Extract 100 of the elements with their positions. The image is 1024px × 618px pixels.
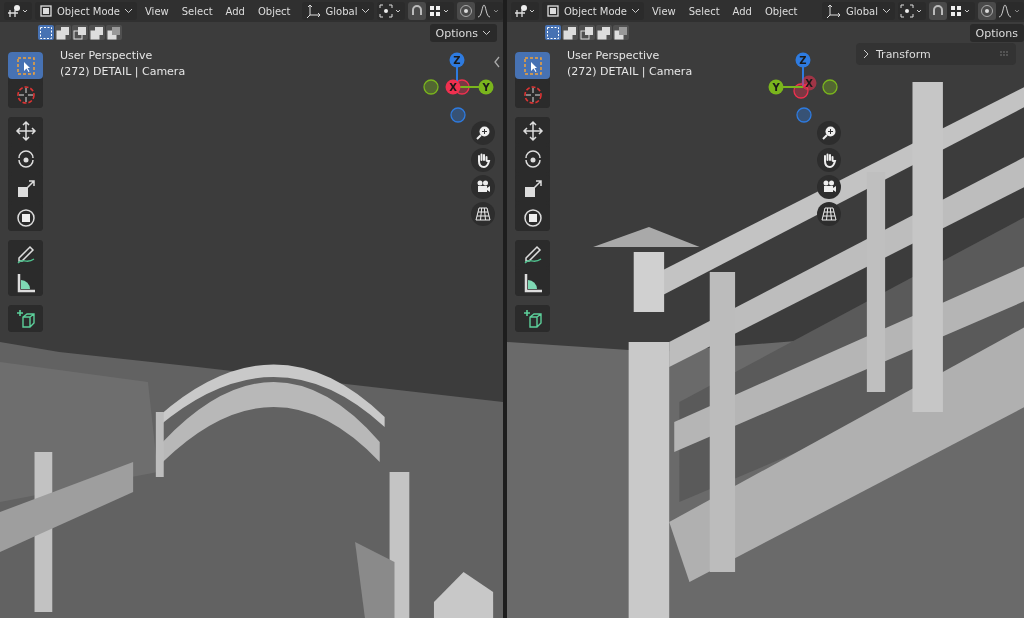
zoom-icon (475, 125, 491, 141)
hand-icon (821, 152, 837, 168)
tool-button[interactable] (8, 240, 43, 267)
selection-mode-button[interactable] (106, 25, 122, 40)
menu-item[interactable]: Select (683, 5, 725, 17)
selection-mode-button[interactable] (562, 25, 578, 40)
view-title: User Perspective (567, 49, 661, 63)
axes-icon (513, 4, 537, 18)
chevron-left-icon[interactable] (493, 56, 501, 68)
object-icon (546, 4, 560, 18)
orientation-dropdown[interactable]: Global (822, 2, 895, 20)
movie-camera-icon (475, 179, 491, 195)
pivot-button[interactable] (898, 2, 926, 20)
menu-item[interactable]: Add (727, 5, 757, 17)
object-icon (39, 4, 53, 18)
cursor-icon (521, 83, 544, 106)
move-arrows-icon (521, 119, 544, 142)
menu-item[interactable]: Select (176, 5, 218, 17)
falloff-curve-icon (998, 4, 1022, 18)
selection-mode-button[interactable] (89, 25, 105, 40)
grid-perspective-icon (821, 206, 837, 222)
selection-mode-icon (597, 25, 611, 40)
axes-icon (305, 4, 322, 18)
grid-perspective-icon (475, 206, 491, 222)
falloff-button[interactable] (996, 2, 1024, 20)
mode-dropdown[interactable]: Object Mode (35, 2, 137, 20)
axis-label: Z (799, 55, 807, 66)
transform-icon (521, 206, 544, 229)
selection-mode-button[interactable] (579, 25, 595, 40)
drag-handle-icon[interactable] (1000, 51, 1010, 57)
axis-label: Y (482, 82, 490, 93)
tool-button[interactable] (515, 305, 550, 332)
select-box-icon (521, 54, 544, 77)
selection-mode-icon (563, 25, 577, 40)
menu-item[interactable]: Object (252, 5, 296, 17)
tool-button[interactable] (8, 305, 43, 332)
selection-mode-button[interactable] (545, 25, 561, 40)
snap-toggle[interactable] (929, 2, 947, 20)
mode-dropdown[interactable]: Object Mode (542, 2, 644, 20)
editor-type-button[interactable] (511, 2, 539, 20)
falloff-button[interactable] (475, 2, 503, 20)
navigation-gizmo[interactable] (768, 52, 838, 123)
menu-item[interactable]: View (140, 5, 174, 17)
selection-mode-button[interactable] (596, 25, 612, 40)
tool-button[interactable] (8, 117, 43, 144)
add-cube-icon (14, 307, 37, 330)
chevron-icon (862, 49, 870, 59)
selection-mode-icon (56, 25, 70, 40)
axis-label: Z (453, 55, 461, 66)
tool-button[interactable] (8, 52, 43, 79)
transform-icon (14, 206, 37, 229)
chevron-down-icon (482, 30, 491, 36)
tool-button[interactable] (515, 240, 550, 267)
view-subtitle: (272) DETAIL | Camera (567, 65, 693, 79)
tool-button[interactable] (515, 117, 550, 144)
select-box-icon (14, 54, 37, 77)
menu-item[interactable]: View (647, 5, 681, 17)
axes-icon (826, 4, 843, 18)
snap-target-button[interactable] (426, 2, 455, 20)
editor-type-button[interactable] (4, 2, 32, 20)
selection-mode-button[interactable] (72, 25, 88, 40)
axis-label: X (449, 82, 457, 93)
axis-label: X (805, 78, 813, 89)
axis-label: Y (772, 82, 780, 93)
options-dropdown[interactable]: Options (429, 24, 497, 42)
selection-mode-icon (73, 25, 87, 40)
tool-button[interactable] (515, 52, 550, 79)
chevron-down-icon (631, 8, 640, 14)
hand-icon (475, 152, 491, 168)
selection-mode-icon (614, 25, 628, 40)
selection-mode-icon (39, 25, 53, 40)
view-title: User Perspective (60, 49, 154, 63)
pivot-icon (900, 4, 924, 18)
axes-icon (6, 4, 30, 18)
view-subtitle: (272) DETAIL | Camera (60, 65, 186, 79)
selection-mode-icon (90, 25, 104, 40)
options-dropdown[interactable]: Options (969, 24, 1024, 42)
navigation-gizmo[interactable] (423, 52, 494, 123)
movie-camera-icon (821, 179, 837, 195)
move-arrows-icon (14, 119, 37, 142)
snap-target-button[interactable] (947, 2, 975, 20)
chevron-down-icon (882, 8, 891, 14)
panel-header[interactable]: Transform (862, 47, 931, 61)
selection-mode-button[interactable] (613, 25, 629, 40)
selection-mode-icon (546, 25, 560, 40)
selection-mode-button[interactable] (55, 25, 71, 40)
chevron-down-icon (124, 8, 133, 14)
selection-mode-icon (107, 25, 121, 40)
add-cube-icon (521, 307, 544, 330)
orientation-dropdown[interactable]: Global (301, 2, 375, 20)
chevron-down-icon (361, 8, 371, 14)
menu-item[interactable]: Add (220, 5, 250, 17)
snap-toggle[interactable] (408, 2, 427, 20)
selection-mode-button[interactable] (38, 25, 54, 40)
magnet-icon (931, 4, 945, 18)
pivot-button[interactable] (377, 2, 406, 20)
selection-mode-icon (580, 25, 594, 40)
magnet-icon (410, 4, 425, 18)
cursor-icon (14, 83, 37, 106)
menu-item[interactable]: Object (759, 5, 803, 17)
